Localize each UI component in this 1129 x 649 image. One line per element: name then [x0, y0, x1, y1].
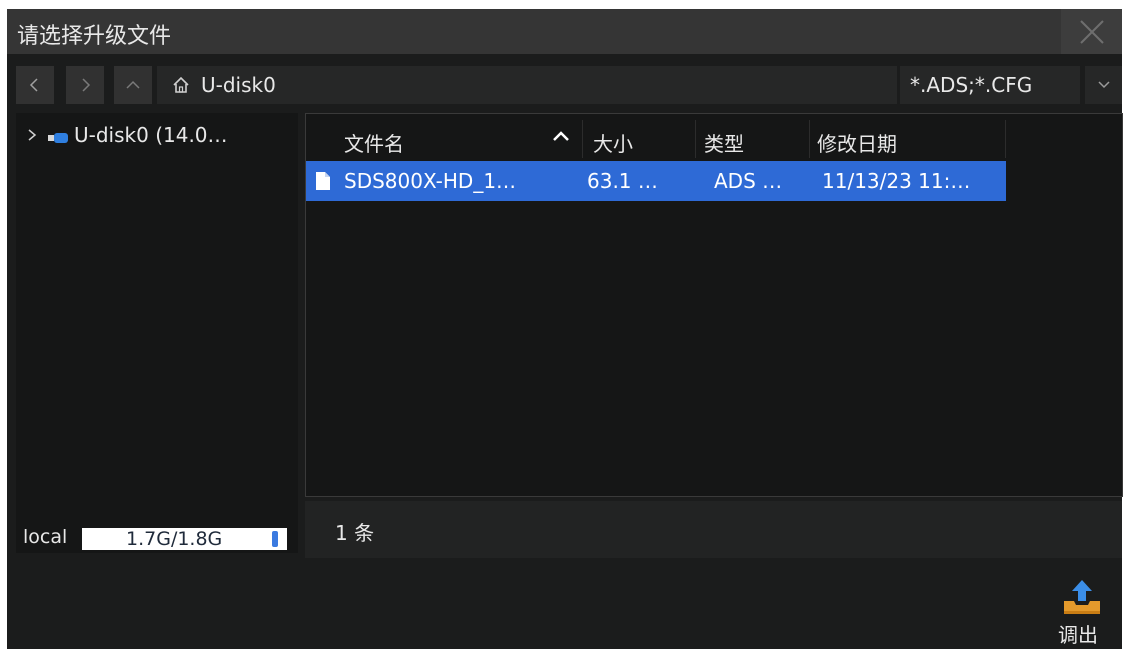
file-dialog: 请选择升级文件 U-disk0 *.ADS;*.CFG U-disk0 (14.…	[7, 9, 1123, 649]
storage-usage-bar: 1.7G/1.8G	[82, 528, 287, 550]
storage-label: local	[23, 526, 68, 548]
file-name: SDS800X-HD_1…	[344, 169, 517, 193]
chevron-left-icon	[29, 78, 38, 92]
file-icon	[316, 172, 330, 190]
current-path: U-disk0	[201, 73, 276, 97]
column-divider	[695, 120, 696, 158]
file-type: ADS …	[714, 169, 783, 193]
file-list: 文件名 大小 类型 修改日期 SDS800X-HD_1… 63.1 … ADS …	[305, 113, 1123, 497]
eject-button[interactable]: 调出	[1052, 579, 1112, 649]
sort-ascending-icon	[553, 131, 569, 141]
tree-item-label: U-disk0 (14.0…	[74, 123, 228, 147]
storage-usage-text: 1.7G/1.8G	[126, 528, 223, 550]
column-divider	[809, 120, 810, 158]
column-divider	[1005, 120, 1006, 158]
column-divider	[582, 120, 583, 158]
chevron-up-icon	[126, 80, 140, 89]
forward-button[interactable]	[66, 66, 104, 104]
storage-fill-marker	[272, 531, 278, 547]
column-header-type[interactable]: 类型	[704, 128, 744, 157]
status-bar: 1 条	[305, 501, 1122, 558]
chevron-right-icon	[82, 78, 91, 92]
close-button[interactable]	[1061, 9, 1122, 54]
column-header-modified[interactable]: 修改日期	[817, 128, 897, 157]
file-filter-select[interactable]: *.ADS;*.CFG	[900, 66, 1080, 104]
up-button[interactable]	[114, 66, 152, 104]
back-button[interactable]	[16, 66, 54, 104]
usb-drive-icon	[48, 133, 68, 143]
navigation-toolbar: U-disk0 *.ADS;*.CFG	[7, 64, 1122, 107]
home-icon	[173, 76, 189, 93]
column-header-name[interactable]: 文件名	[344, 128, 404, 157]
file-size: 63.1 …	[587, 169, 658, 193]
filter-value: *.ADS;*.CFG	[910, 73, 1033, 97]
item-count: 1 条	[335, 521, 375, 545]
filter-dropdown-button[interactable]	[1085, 66, 1122, 104]
column-header-size[interactable]: 大小	[593, 128, 633, 157]
eject-tray-icon	[1064, 580, 1100, 614]
folder-tree: U-disk0 (14.0…	[16, 113, 298, 553]
chevron-down-icon	[1098, 81, 1110, 89]
path-bar[interactable]: U-disk0	[157, 66, 897, 104]
file-row-selected[interactable]: SDS800X-HD_1… 63.1 … ADS … 11/13/23 11:…	[306, 161, 1006, 201]
expand-caret-icon[interactable]	[26, 128, 38, 142]
close-icon	[1080, 20, 1104, 44]
storage-indicator: local 1.7G/1.8G	[16, 523, 298, 553]
dialog-title: 请选择升级文件	[17, 24, 172, 49]
file-modified: 11/13/23 11:…	[822, 169, 971, 193]
title-bar: 请选择升级文件	[7, 9, 1122, 54]
eject-label: 调出	[1058, 623, 1098, 647]
